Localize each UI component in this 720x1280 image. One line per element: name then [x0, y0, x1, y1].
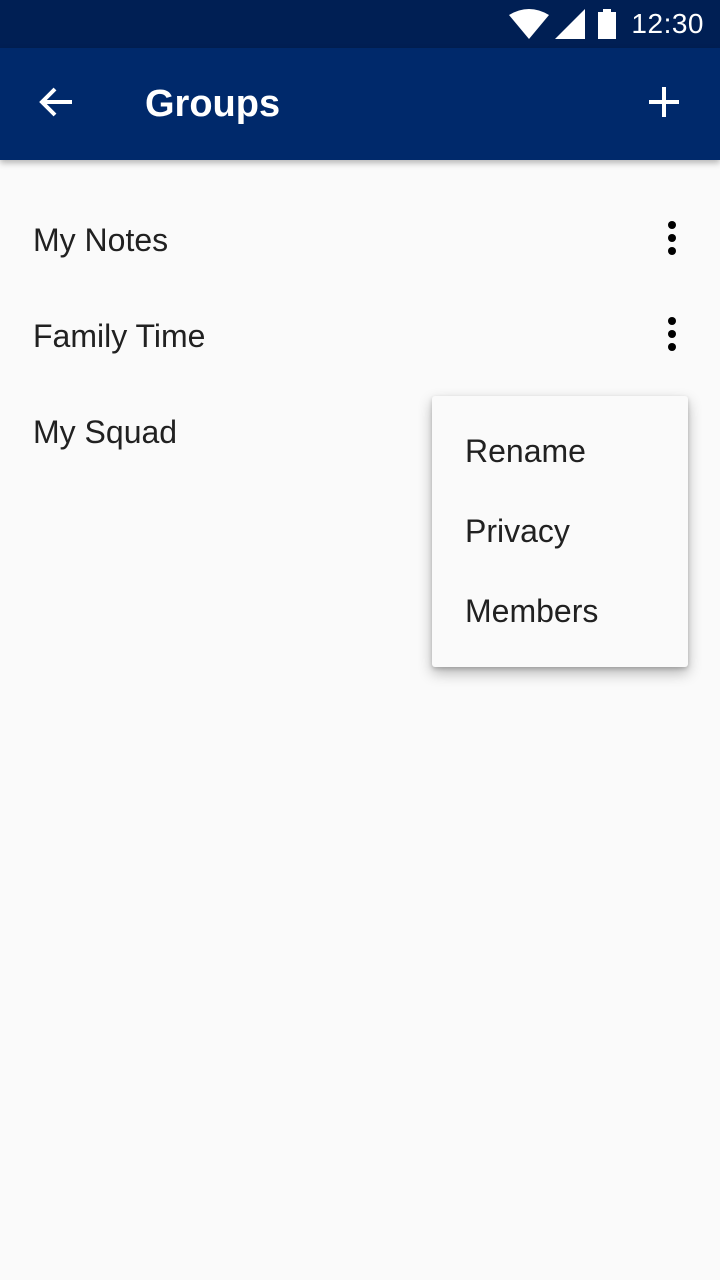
menu-item-privacy[interactable]: Privacy [432, 491, 688, 571]
status-icons: 12:30 [509, 0, 704, 48]
app-bar: Groups [0, 48, 720, 160]
group-label: My Notes [33, 222, 169, 258]
add-group-button[interactable] [632, 72, 696, 136]
menu-item-members[interactable]: Members [432, 571, 688, 651]
group-overflow-menu-button[interactable] [648, 304, 696, 368]
more-vertical-icon [667, 220, 677, 260]
group-overflow-menu-button[interactable] [648, 208, 696, 272]
wifi-icon [509, 9, 550, 39]
group-label: My Squad [33, 414, 178, 450]
cell-signal-icon [555, 9, 586, 39]
status-bar: 12:30 [0, 0, 720, 48]
page-title: Groups [145, 83, 281, 125]
group-item-family-time[interactable]: Family Time [0, 288, 720, 384]
battery-icon [597, 9, 617, 39]
group-options-menu: Rename Privacy Members [432, 396, 688, 667]
group-item-my-notes[interactable]: My Notes [0, 192, 720, 288]
back-button[interactable] [24, 72, 88, 136]
plus-icon [648, 86, 680, 123]
status-time: 12:30 [631, 8, 704, 39]
more-vertical-icon [667, 316, 677, 356]
menu-item-rename[interactable]: Rename [432, 411, 688, 491]
group-label: Family Time [33, 318, 206, 354]
arrow-back-icon [38, 84, 74, 125]
